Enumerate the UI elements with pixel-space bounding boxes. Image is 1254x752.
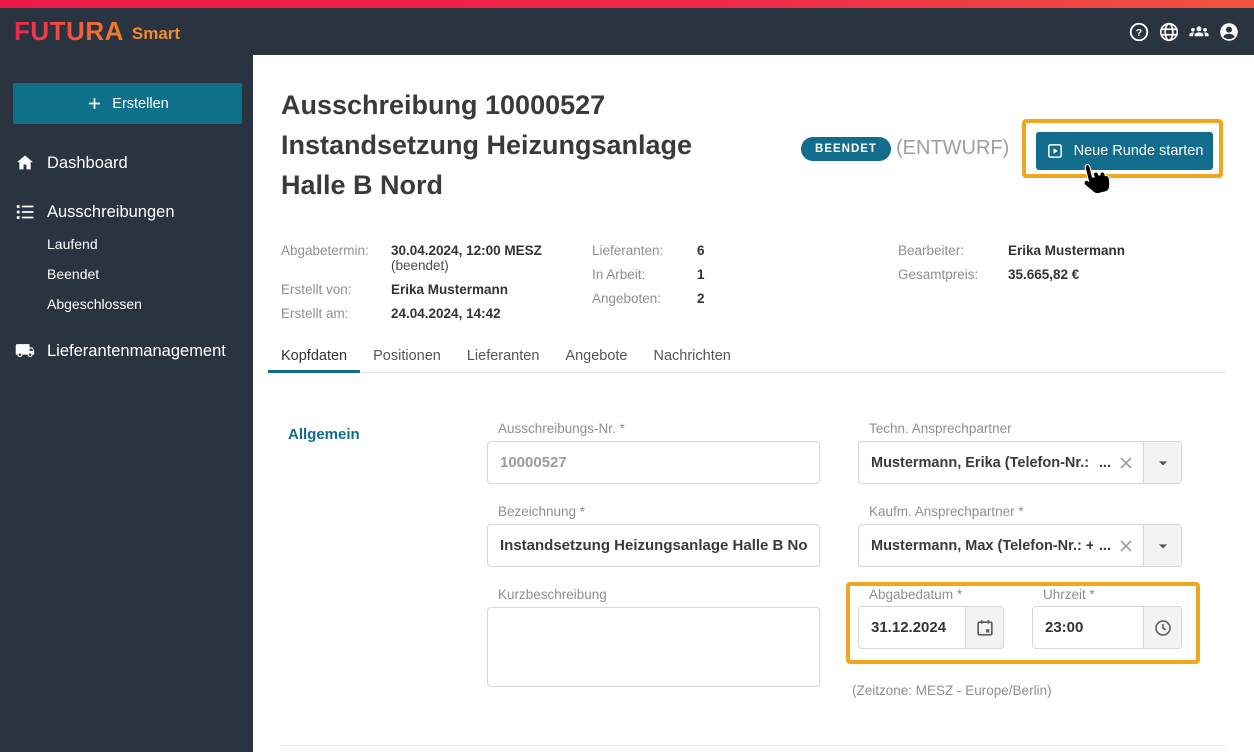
sidebar: Erstellen Dashboard Ausschreibungen Lauf…: [0, 55, 253, 752]
tab-lieferanten[interactable]: Lieferanten: [454, 343, 553, 373]
bezeichnung-label: Bezeichnung *: [498, 504, 586, 519]
truncation-ellipsis: ...: [1098, 537, 1111, 554]
header-icon-bar: ?: [1128, 8, 1240, 55]
abgabedatum-label: Abgabedatum *: [869, 587, 963, 602]
meta-row: Lieferanten: 6: [592, 243, 705, 258]
new-round-button[interactable]: Neue Runde starten: [1036, 132, 1213, 170]
kaufm-ansprechpartner-value: Mustermann, Max (Telefon-Nr.: +496: [871, 537, 1093, 554]
sidebar-item-lieferantenmanagement[interactable]: Lieferantenmanagement: [0, 339, 253, 363]
svg-text:?: ?: [1136, 26, 1142, 38]
meta-row: Bearbeiter: Erika Mustermann: [898, 243, 1125, 258]
techn-ansprechpartner-value: Mustermann, Erika (Telefon-Nr.: 061: [871, 454, 1093, 471]
meta-label: Bearbeiter:: [898, 243, 965, 258]
sidebar-subitem-beendet[interactable]: Beendet: [47, 266, 99, 282]
app-logo: FUTURA Smart: [14, 8, 180, 55]
chevron-down-icon[interactable]: [1143, 442, 1181, 483]
logo-text: FUTURA: [14, 16, 124, 46]
abgabedatum-field: [858, 606, 1004, 649]
clear-icon[interactable]: [1113, 525, 1143, 566]
clock-icon[interactable]: [1143, 607, 1181, 648]
meta-row: Abgabetermin: 30.04.2024, 12:00 MESZ (be…: [281, 243, 542, 273]
meta-row: Gesamtpreis: 35.665,82 €: [898, 267, 1125, 282]
list-icon: [14, 201, 36, 223]
meta-row: In Arbeit: 1: [592, 267, 705, 282]
sidebar-subitem-laufend[interactable]: Laufend: [47, 236, 98, 252]
sidebar-item-label: Ausschreibungen: [47, 202, 175, 221]
meta-value: 1: [697, 267, 705, 282]
truck-icon: [14, 340, 36, 362]
app-header: FUTURA Smart ?: [0, 8, 1254, 55]
uhrzeit-label: Uhrzeit *: [1043, 587, 1095, 602]
meta-row: Erstellt von: Erika Mustermann: [281, 282, 542, 297]
clear-icon[interactable]: [1113, 442, 1143, 483]
meta-label: Gesamtpreis:: [898, 267, 979, 282]
meta-label: Angeboten:: [592, 291, 662, 306]
tab-bar: Kopfdaten Positionen Lieferanten Angebot…: [268, 343, 1226, 373]
account-icon[interactable]: [1218, 21, 1240, 43]
meta-label: Lieferanten:: [592, 243, 664, 258]
meta-value: 30.04.2024, 12:00 MESZ (beendet): [391, 243, 542, 273]
slideshow-icon: [1047, 144, 1062, 158]
tab-kopfdaten[interactable]: Kopfdaten: [268, 343, 361, 373]
meta-label: Abgabetermin:: [281, 243, 369, 258]
sidebar-item-dashboard[interactable]: Dashboard: [0, 151, 253, 175]
sidebar-item-ausschreibungen[interactable]: Ausschreibungen: [0, 200, 253, 224]
home-icon: [14, 152, 36, 174]
create-button-label: Erstellen: [112, 95, 169, 112]
sidebar-item-label: Lieferantenmanagement: [47, 341, 226, 360]
uhrzeit-input[interactable]: [1033, 607, 1143, 648]
meta-value: 2: [697, 291, 705, 306]
meta-row: Erstellt am: 24.04.2024, 14:42: [281, 306, 542, 321]
sidebar-subitem-abgeschlossen[interactable]: Abgeschlossen: [47, 296, 142, 312]
section-heading-allgemein: Allgemein: [288, 426, 360, 443]
meta-value-line2: (beendet): [391, 258, 449, 273]
bezeichnung-input[interactable]: [487, 524, 820, 567]
kurzbeschreibung-textarea[interactable]: [487, 607, 820, 687]
plus-icon: [89, 98, 101, 109]
globe-icon[interactable]: [1158, 21, 1180, 43]
highlight-new-round-button: Neue Runde starten: [1022, 119, 1223, 178]
meta-value: Erika Mustermann: [1008, 243, 1126, 258]
logo-suffix-text: Smart: [131, 23, 181, 43]
tab-angebote[interactable]: Angebote: [552, 343, 640, 373]
draft-status-text: (ENTWURF): [896, 137, 1010, 159]
techn-ansprechpartner-label: Techn. Ansprechpartner: [869, 421, 1012, 436]
uhrzeit-field: [1032, 606, 1182, 649]
meta-label: Erstellt am:: [281, 306, 349, 321]
timezone-note: (Zeitzone: MESZ - Europe/Berlin): [852, 683, 1052, 698]
section-divider: [281, 745, 1226, 746]
tab-nachrichten[interactable]: Nachrichten: [641, 343, 744, 373]
meta-column-deadline: Abgabetermin: 30.04.2024, 12:00 MESZ (be…: [281, 243, 542, 330]
sidebar-item-label: Dashboard: [47, 153, 128, 172]
meta-row: Angeboten: 2: [592, 291, 705, 306]
calendar-icon[interactable]: [965, 607, 1003, 648]
brand-top-strip: [0, 0, 1254, 8]
status-badge: BEENDET: [801, 137, 891, 161]
kaufm-ansprechpartner-select[interactable]: Mustermann, Max (Telefon-Nr.: +496 ...: [858, 524, 1182, 567]
kaufm-ansprechpartner-label: Kaufm. Ansprechpartner *: [869, 504, 1024, 519]
ausschreibungs-nr-input[interactable]: [487, 441, 820, 484]
truncation-ellipsis: ...: [1098, 454, 1111, 471]
meta-value: 24.04.2024, 14:42: [391, 306, 501, 321]
ausschreibungs-nr-label: Ausschreibungs-Nr. *: [498, 421, 625, 436]
kurzbeschreibung-label: Kurzbeschreibung: [498, 587, 607, 602]
meta-label: In Arbeit:: [592, 267, 646, 282]
chevron-down-icon[interactable]: [1143, 525, 1181, 566]
page-title: Ausschreibung 10000527 Instandsetzung He…: [281, 90, 693, 200]
techn-ansprechpartner-select[interactable]: Mustermann, Erika (Telefon-Nr.: 061 ...: [858, 441, 1182, 484]
new-round-button-label: Neue Runde starten: [1073, 143, 1204, 159]
meta-column-editor: Bearbeiter: Erika Mustermann Gesamtpreis…: [898, 243, 1125, 291]
tab-positionen[interactable]: Positionen: [360, 343, 454, 373]
meta-column-counts: Lieferanten: 6 In Arbeit: 1 Angeboten: 2: [592, 243, 705, 315]
meta-value: 6: [697, 243, 705, 258]
help-icon[interactable]: ?: [1128, 21, 1150, 43]
main-content: Ausschreibung 10000527 Instandsetzung He…: [253, 55, 1254, 752]
create-button[interactable]: Erstellen: [13, 83, 242, 124]
users-icon[interactable]: [1188, 21, 1210, 43]
meta-value: Erika Mustermann: [391, 282, 509, 297]
meta-value: 35.665,82 €: [1008, 267, 1080, 282]
meta-label: Erstellt von:: [281, 282, 352, 297]
abgabedatum-input[interactable]: [859, 607, 965, 648]
app-window: FUTURA Smart ? Erstellen Dashboard Aussc…: [0, 0, 1254, 752]
